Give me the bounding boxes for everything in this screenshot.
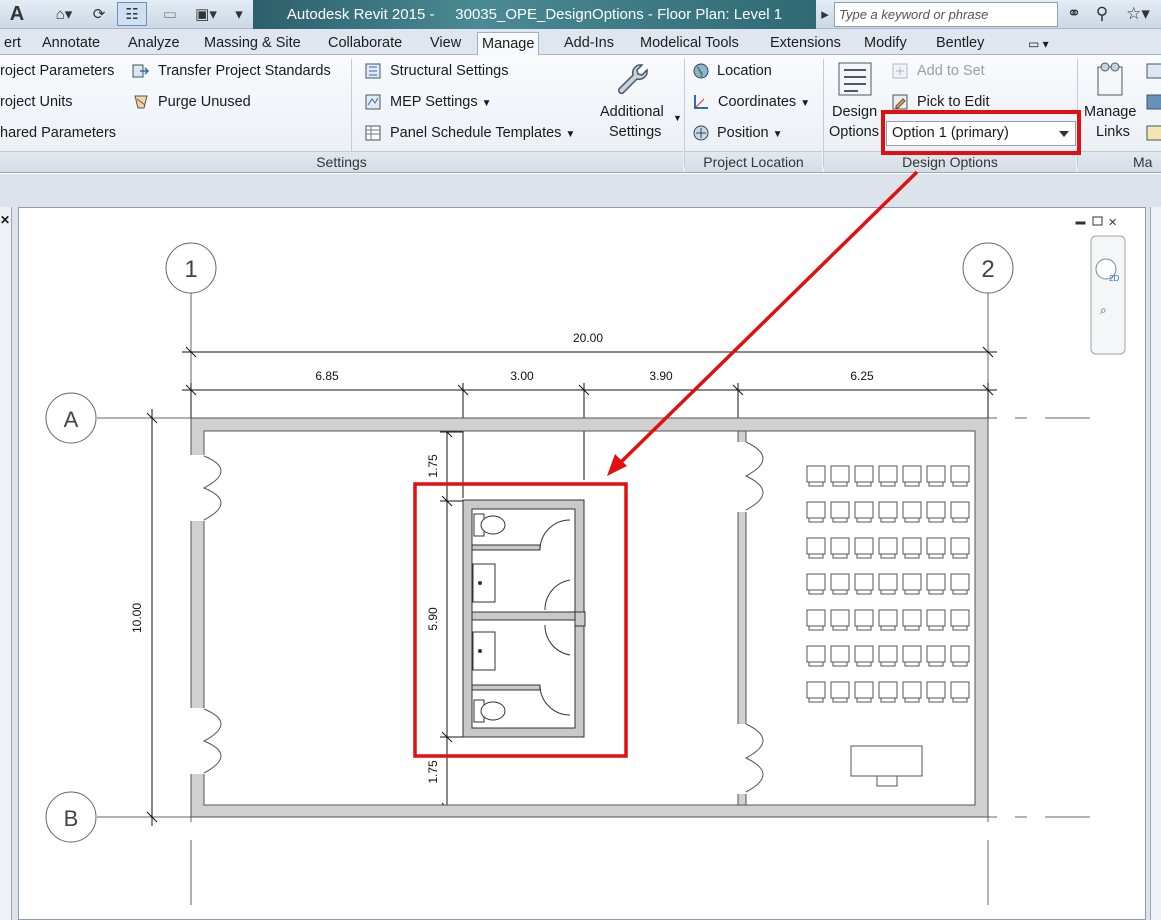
dimension-segment-2: 3.00 [510,369,534,383]
navigation-bar[interactable]: 2D ⌕ [1090,235,1126,355]
chair[interactable] [854,573,874,595]
chair[interactable] [830,465,850,487]
chair[interactable] [902,645,922,667]
chair[interactable] [878,573,898,595]
chair[interactable] [806,465,826,487]
chair[interactable] [830,573,850,595]
chair[interactable] [806,645,826,667]
dimension-segment-4: 6.25 [850,369,874,383]
interior-partition[interactable] [736,430,764,806]
chair[interactable] [806,501,826,523]
chair[interactable] [950,465,970,487]
chair[interactable] [926,465,946,487]
chair[interactable] [950,609,970,631]
chair[interactable] [902,501,922,523]
chair[interactable] [878,681,898,703]
chair[interactable] [926,609,946,631]
grid-bubble-b[interactable]: B [45,791,97,843]
grid-label-a: A [64,407,79,432]
chair[interactable] [806,681,826,703]
chair[interactable] [806,537,826,559]
chair[interactable] [878,537,898,559]
view-window-controls[interactable]: ✕ [1075,216,1117,229]
dimension-height: 10.00 [130,603,144,633]
chair[interactable] [902,537,922,559]
chair[interactable] [926,681,946,703]
svg-text:2D: 2D [1109,274,1119,283]
dimension-overall: 20.00 [573,331,603,345]
chair[interactable] [806,609,826,631]
svg-text:⌕: ⌕ [1100,303,1107,317]
chair[interactable] [878,645,898,667]
dimension-core: 5.90 [426,607,440,631]
chair[interactable] [830,501,850,523]
restroom-core[interactable] [462,499,586,738]
chair[interactable] [926,537,946,559]
chair[interactable] [926,645,946,667]
seating-grid[interactable] [806,465,970,703]
chair[interactable] [806,573,826,595]
chair[interactable] [854,537,874,559]
chair[interactable] [854,681,874,703]
chair[interactable] [926,501,946,523]
chair[interactable] [950,681,970,703]
chair[interactable] [830,609,850,631]
chair[interactable] [950,537,970,559]
grid-bubble-a[interactable]: A [45,392,97,444]
chair[interactable] [854,501,874,523]
chair[interactable] [902,573,922,595]
grid-bubble-1[interactable]: 1 [165,242,217,294]
grid-label-2: 2 [981,256,994,283]
dimension-top-offset: 1.75 [426,454,440,478]
chair[interactable] [950,573,970,595]
chair[interactable] [830,537,850,559]
dimension-bottom-offset: 1.75 [426,760,440,784]
grid-bubble-2[interactable]: 2 [962,242,1014,294]
chair[interactable] [830,681,850,703]
chair[interactable] [830,645,850,667]
chair[interactable] [902,681,922,703]
chair[interactable] [926,573,946,595]
chair[interactable] [878,465,898,487]
dimension-segment-3: 3.90 [649,369,673,383]
lecture-desk[interactable] [850,745,923,787]
floor-plan-drawing: ✕ 2D ⌕ 1 2 A B 20.00 6.85 3.00 3.90 6.25… [45,170,1126,905]
chair[interactable] [854,645,874,667]
chair[interactable] [950,645,970,667]
chair[interactable] [878,501,898,523]
chair[interactable] [902,465,922,487]
dimension-segment-1: 6.85 [315,369,339,383]
chair[interactable] [854,465,874,487]
chair[interactable] [902,609,922,631]
chair[interactable] [878,609,898,631]
chair[interactable] [854,609,874,631]
grid-label-b: B [64,806,79,831]
svg-text:✕: ✕ [1108,217,1117,229]
grid-label-1: 1 [184,256,197,283]
chair[interactable] [950,501,970,523]
